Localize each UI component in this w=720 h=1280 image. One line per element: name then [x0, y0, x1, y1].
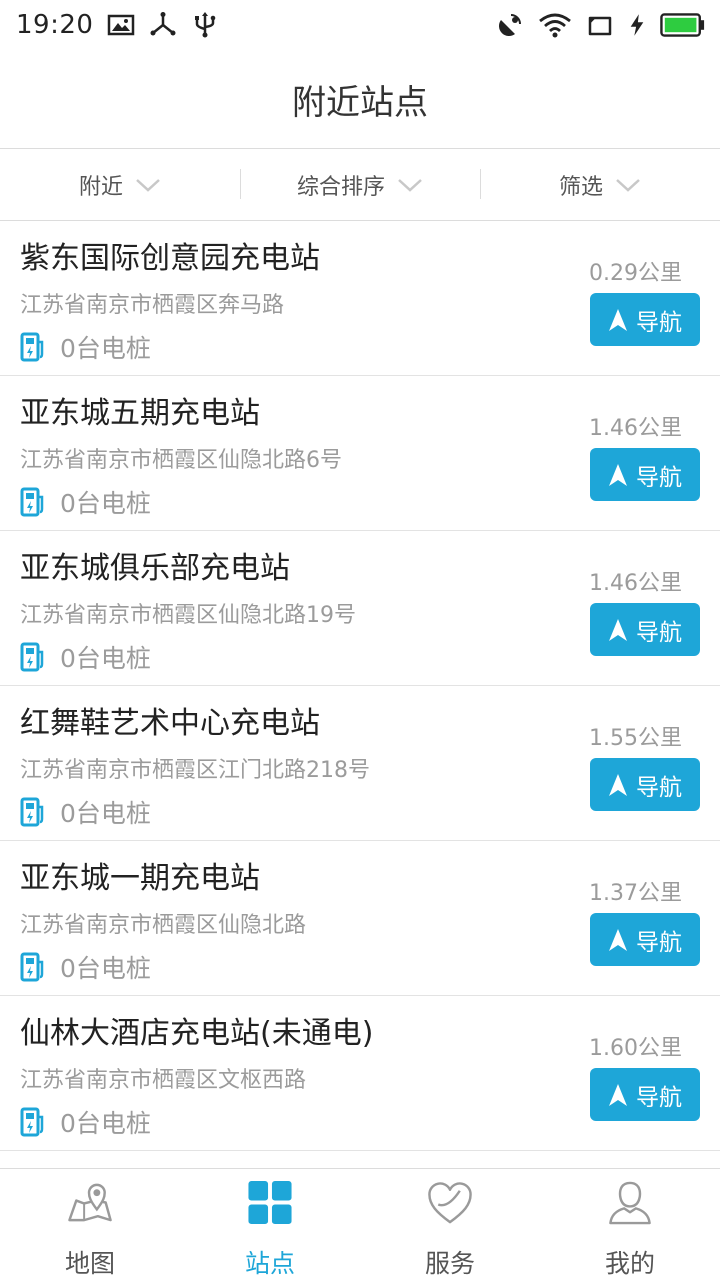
- pile-count: 0台电桩: [60, 334, 151, 363]
- station-list[interactable]: 紫东国际创意园充电站 江苏省南京市栖霞区奔马路 0台电桩 0.29公里 导航 亚…: [0, 221, 720, 1166]
- filter-nearby[interactable]: 附近: [0, 149, 240, 220]
- pile-count: 0台电桩: [60, 1109, 151, 1138]
- status-bar: 19:20: [0, 0, 720, 50]
- share-network-icon: [150, 12, 176, 36]
- pile-info: 0台电桩: [20, 484, 151, 520]
- tab-label: 服务: [424, 1249, 475, 1278]
- station-name: 紫东国际创意园充电站: [20, 241, 320, 276]
- image-icon: [108, 14, 135, 36]
- chevron-down-icon: [136, 178, 160, 192]
- pile-info: 0台电桩: [20, 794, 151, 830]
- status-time: 19:20: [16, 10, 94, 40]
- tab-mine[interactable]: 我的: [540, 1169, 720, 1280]
- navigate-button[interactable]: 导航: [590, 293, 700, 346]
- tab-label: 地图: [64, 1249, 115, 1278]
- charging-pile-icon: [20, 487, 44, 517]
- usb-icon: [195, 12, 216, 38]
- pile-count: 0台电桩: [60, 799, 151, 828]
- station-item[interactable]: 仙林大酒店充电站(未通电) 江苏省南京市栖霞区文枢西路 0台电桩 1.60公里 …: [0, 996, 720, 1151]
- navigate-label: 导航: [636, 929, 682, 956]
- station-name: 仙林大酒店充电站(未通电): [20, 1016, 374, 1051]
- tab-stations[interactable]: 站点: [180, 1169, 360, 1280]
- pile-info: 0台电桩: [20, 329, 151, 365]
- filter-screen[interactable]: 筛选: [480, 149, 720, 220]
- pile-info: 0台电桩: [20, 1104, 151, 1140]
- station-name: 亚东城一期充电站: [20, 861, 260, 896]
- navigation-arrow-icon: [609, 928, 627, 951]
- navigate-label: 导航: [636, 464, 682, 491]
- station-item[interactable]: 亚东城五期充电站 江苏省南京市栖霞区仙隐北路6号 0台电桩 1.46公里 导航: [0, 376, 720, 531]
- navigate-button[interactable]: 导航: [590, 603, 700, 656]
- map-pin-icon: [68, 1183, 112, 1222]
- app-screen: 19:20 附近站点 附近 综合排序 筛选 紫东国际创意园充电站 江苏省南京市栖…: [0, 0, 720, 1280]
- station-address: 江苏省南京市栖霞区仙隐北路: [20, 913, 307, 938]
- status-left: 19:20: [16, 10, 219, 40]
- charging-pile-icon: [20, 332, 44, 362]
- satellite-icon: [499, 14, 521, 36]
- navigate-button[interactable]: 导航: [590, 448, 700, 501]
- navigation-arrow-icon: [609, 308, 627, 331]
- grid-icon: [248, 1180, 292, 1225]
- station-address: 江苏省南京市栖霞区江门北路218号: [20, 758, 370, 783]
- station-item[interactable]: 亚东城俱乐部充电站 江苏省南京市栖霞区仙隐北路19号 0台电桩 1.46公里 导…: [0, 531, 720, 686]
- charging-pile-icon: [20, 797, 44, 827]
- station-distance: 1.37公里: [589, 881, 682, 906]
- navigation-arrow-icon: [609, 773, 627, 796]
- pile-count: 0台电桩: [60, 954, 151, 983]
- app-header: 附近站点: [0, 50, 720, 149]
- user-icon: [609, 1181, 651, 1225]
- filter-sort[interactable]: 综合排序: [240, 149, 480, 220]
- station-distance: 1.55公里: [589, 726, 682, 751]
- tab-service[interactable]: 服务: [360, 1169, 540, 1280]
- filter-label: 附近: [78, 174, 123, 200]
- pile-count: 0台电桩: [60, 644, 151, 673]
- station-item[interactable]: 紫东国际创意园充电站 江苏省南京市栖霞区奔马路 0台电桩 0.29公里 导航: [0, 221, 720, 376]
- pile-count: 0台电桩: [60, 489, 151, 518]
- station-distance: 1.46公里: [589, 416, 682, 441]
- pile-info: 0台电桩: [20, 949, 151, 985]
- station-name: 亚东城俱乐部充电站: [20, 551, 290, 586]
- navigate-label: 导航: [636, 309, 682, 336]
- charging-pile-icon: [20, 1107, 44, 1137]
- station-distance: 1.46公里: [589, 571, 682, 596]
- filter-label: 筛选: [558, 174, 603, 200]
- page-title: 附近站点: [292, 82, 428, 123]
- navigation-arrow-icon: [609, 463, 627, 486]
- station-address: 江苏省南京市栖霞区奔马路: [20, 293, 285, 318]
- bottom-tab-bar: 地图 站点 服务 我的: [0, 1168, 720, 1280]
- tab-label: 我的: [604, 1249, 655, 1278]
- heart-icon: [428, 1182, 472, 1224]
- station-distance: 1.60公里: [589, 1036, 682, 1061]
- navigate-label: 导航: [636, 1084, 682, 1111]
- battery-icon: [660, 13, 705, 37]
- navigate-label: 导航: [636, 619, 682, 646]
- station-address: 江苏省南京市栖霞区文枢西路: [20, 1068, 307, 1093]
- station-name: 亚东城五期充电站: [20, 396, 260, 431]
- filter-label: 综合排序: [296, 174, 385, 200]
- station-address: 江苏省南京市栖霞区仙隐北路19号: [20, 603, 356, 628]
- charging-pile-icon: [20, 642, 44, 672]
- chevron-down-icon: [616, 178, 640, 192]
- navigate-label: 导航: [636, 774, 682, 801]
- chevron-down-icon: [398, 178, 422, 192]
- navigate-button[interactable]: 导航: [590, 913, 700, 966]
- tab-map[interactable]: 地图: [0, 1169, 180, 1280]
- station-name: 红舞鞋艺术中心充电站: [20, 706, 320, 741]
- navigate-button[interactable]: 导航: [590, 758, 700, 811]
- charging-pile-icon: [20, 952, 44, 982]
- station-address: 江苏省南京市栖霞区仙隐北路6号: [20, 448, 342, 473]
- charging-bolt-icon: [630, 14, 644, 36]
- navigation-arrow-icon: [609, 1083, 627, 1106]
- wifi-icon: [539, 13, 571, 38]
- navigate-button[interactable]: 导航: [590, 1068, 700, 1121]
- status-right: [496, 11, 706, 39]
- tab-label: 站点: [244, 1249, 295, 1278]
- filter-bar: 附近 综合排序 筛选: [0, 149, 720, 221]
- pile-info: 0台电桩: [20, 639, 151, 675]
- navigation-arrow-icon: [609, 618, 627, 641]
- station-item[interactable]: 亚东城一期充电站 江苏省南京市栖霞区仙隐北路 0台电桩 1.37公里 导航: [0, 841, 720, 996]
- station-distance: 0.29公里: [589, 261, 682, 286]
- sim-card-icon: [588, 16, 612, 36]
- station-item[interactable]: 红舞鞋艺术中心充电站 江苏省南京市栖霞区江门北路218号 0台电桩 1.55公里…: [0, 686, 720, 841]
